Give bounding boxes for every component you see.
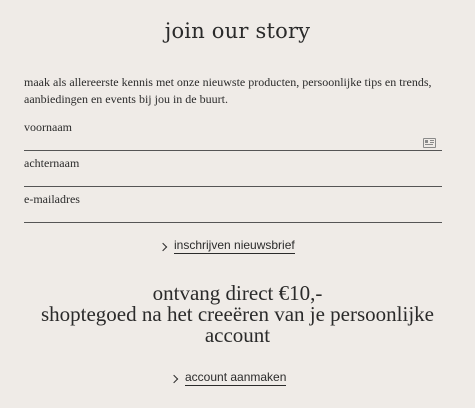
promo-line-2: shoptegoed na het creeëren van je persoo… <box>40 302 434 326</box>
chevron-right-icon <box>158 242 168 252</box>
create-account-link[interactable]: account aanmaken <box>169 370 287 386</box>
first-name-field-group: voornaam <box>24 120 442 151</box>
promo-line-3: account <box>204 323 271 347</box>
last-name-label: achternaam <box>24 156 80 170</box>
last-name-input[interactable] <box>24 170 442 187</box>
contact-card-icon[interactable] <box>423 138 436 148</box>
newsletter-subscribe-label: inschrijven nieuwsbrief <box>174 238 295 254</box>
promo-heading: ontvang direct €10,- shoptegoed na het c… <box>0 283 475 346</box>
first-name-label: voornaam <box>24 120 72 134</box>
first-name-input[interactable] <box>24 134 442 151</box>
page-title: join our story <box>164 19 311 43</box>
intro-text: maak als allereerste kennis met onze nie… <box>24 75 432 106</box>
email-label: e-mailadres <box>24 192 80 206</box>
newsletter-subscribe-link[interactable]: inschrijven nieuwsbrief <box>158 238 295 254</box>
last-name-field-group: achternaam <box>24 156 442 187</box>
create-account-label: account aanmaken <box>185 370 287 386</box>
email-input[interactable] <box>24 206 442 223</box>
promo-line-1: ontvang direct €10,- <box>152 281 323 305</box>
email-field-group: e-mailadres <box>24 192 442 223</box>
chevron-right-icon <box>169 374 179 384</box>
